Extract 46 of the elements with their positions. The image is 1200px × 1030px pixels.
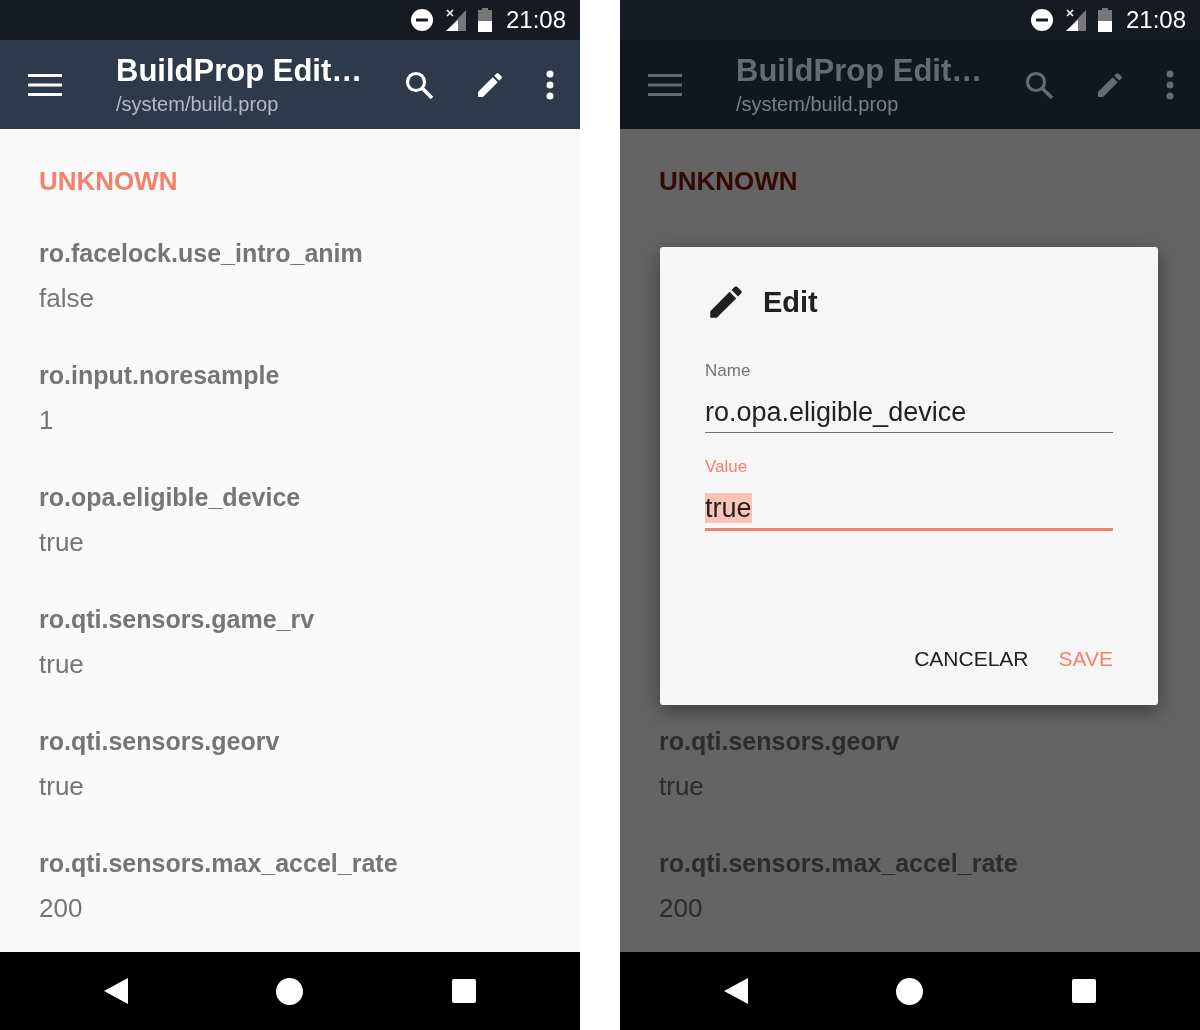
field-label: Name	[705, 361, 751, 381]
property-value: true	[39, 771, 84, 801]
signal-icon	[443, 8, 468, 32]
back-icon[interactable]	[104, 978, 129, 1004]
more-options-icon[interactable]	[546, 69, 554, 100]
property-value: false	[39, 283, 94, 313]
file-path: /system/build.prop	[736, 93, 900, 116]
signal-icon	[1063, 8, 1088, 32]
recents-icon[interactable]	[451, 979, 476, 1003]
recents-icon[interactable]	[1071, 979, 1096, 1003]
property-value: 200	[39, 893, 83, 923]
field-label: Value	[705, 457, 748, 477]
search-icon[interactable]	[404, 69, 434, 100]
back-icon[interactable]	[724, 978, 749, 1004]
file-path: /system/build.prop	[116, 93, 280, 116]
app-title: BuildProp Edit…	[116, 53, 364, 89]
property-name[interactable]: ro.input.noresample	[39, 360, 280, 390]
clock-time: 21:08	[1125, 6, 1186, 34]
property-value: true	[39, 527, 84, 557]
property-name[interactable]: ro.qti.sensors.georv	[39, 726, 280, 756]
do-not-disturb-icon	[1029, 8, 1054, 32]
save-button[interactable]: SAVE	[1054, 643, 1117, 675]
do-not-disturb-icon	[409, 8, 434, 32]
property-value: 200	[659, 893, 703, 923]
property-name[interactable]: ro.facelock.use_intro_anim	[39, 238, 363, 268]
dialog-title: Edit	[763, 285, 818, 319]
clock-time: 21:08	[505, 6, 566, 34]
property-name[interactable]: ro.qti.sensors.game_rv	[39, 604, 315, 634]
battery-icon	[1097, 8, 1112, 32]
property-name[interactable]: ro.qti.sensors.georv	[659, 726, 900, 756]
home-icon[interactable]	[896, 977, 924, 1005]
property-value: 1	[39, 405, 54, 435]
property-value: true	[39, 649, 84, 679]
section-header: UNKNOWN	[659, 166, 799, 197]
input-field[interactable]: true	[705, 493, 1113, 531]
home-icon[interactable]	[276, 977, 304, 1005]
property-name[interactable]: ro.opa.eligible_device	[39, 482, 301, 512]
menu-icon[interactable]	[28, 72, 62, 97]
property-value: true	[659, 771, 704, 801]
section-header: UNKNOWN	[39, 166, 179, 197]
cancel-button[interactable]: CANCELAR	[910, 643, 1033, 675]
battery-icon	[477, 8, 492, 32]
app-title: BuildProp Edit…	[736, 53, 984, 89]
property-name[interactable]: ro.qti.sensors.max_accel_rate	[39, 848, 398, 878]
input-field[interactable]: ro.opa.eligible_device	[705, 397, 1113, 433]
property-name[interactable]: ro.qti.sensors.max_accel_rate	[659, 848, 1018, 878]
